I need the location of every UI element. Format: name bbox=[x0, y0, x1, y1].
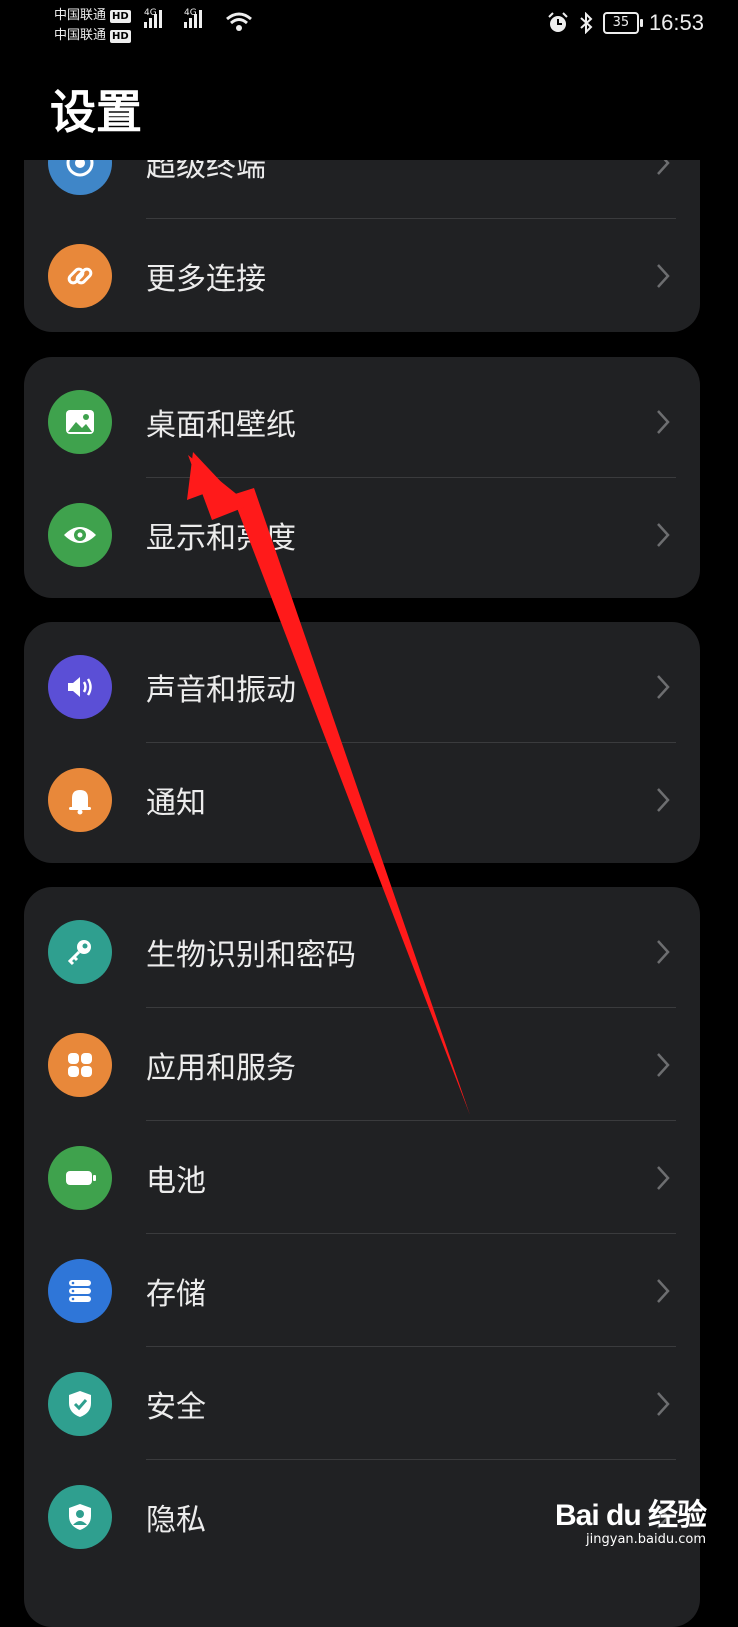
carrier-1: 中国联通 bbox=[54, 8, 107, 23]
eye-icon bbox=[48, 502, 112, 567]
privacy-icon bbox=[48, 1484, 112, 1549]
clock: 16:53 bbox=[648, 10, 704, 35]
settings-item-home-wallpaper[interactable]: 桌面和壁纸 bbox=[24, 365, 700, 478]
settings-item-display-brightness[interactable]: 显示和亮度 bbox=[24, 478, 700, 591]
carrier-2: 中国联通 bbox=[54, 28, 107, 43]
watermark: Bai du 经验 jingyan.baidu.com bbox=[555, 1490, 707, 1547]
battery-indicator: 35 bbox=[602, 12, 643, 34]
settings-item-sound-vibration[interactable]: 声音和振动 bbox=[24, 630, 700, 743]
settings-item-apps-services[interactable]: 应用和服务 bbox=[24, 1008, 700, 1121]
storage-icon bbox=[48, 1258, 112, 1323]
speaker-icon bbox=[48, 654, 112, 719]
settings-group-sound: 声音和振动 通知 bbox=[24, 622, 700, 863]
settings-group-display: 桌面和壁纸 显示和亮度 bbox=[24, 357, 700, 598]
chevron-right-icon bbox=[657, 409, 670, 434]
super-device-icon bbox=[48, 160, 112, 195]
chevron-right-icon bbox=[657, 1052, 670, 1077]
settings-item-notifications[interactable]: 通知 bbox=[24, 743, 700, 856]
chevron-right-icon bbox=[657, 674, 670, 699]
chevron-right-icon bbox=[657, 1278, 670, 1303]
settings-item-label: 更多连接 bbox=[146, 261, 266, 297]
settings-item-label: 电池 bbox=[146, 1163, 206, 1199]
alarm-icon bbox=[548, 12, 568, 32]
image-icon bbox=[48, 389, 112, 454]
settings-item-label: 桌面和壁纸 bbox=[146, 407, 296, 443]
settings-group-connectivity: 超级终端 更多连接 bbox=[24, 160, 700, 332]
settings-item-security[interactable]: 安全 bbox=[24, 1347, 700, 1460]
settings-item-label: 安全 bbox=[146, 1389, 206, 1425]
hd-badge: HD bbox=[110, 29, 131, 43]
carrier-info: 中国联通 HD 中国联通 HD bbox=[54, 6, 131, 46]
bell-icon bbox=[48, 767, 112, 832]
settings-item-battery[interactable]: 电池 bbox=[24, 1121, 700, 1234]
settings-item-more-connections[interactable]: 更多连接 bbox=[24, 219, 700, 332]
chevron-right-icon bbox=[657, 160, 670, 175]
page-title: 设置 bbox=[50, 85, 142, 139]
settings-item-label: 存储 bbox=[146, 1276, 206, 1312]
settings-item-label: 应用和服务 bbox=[146, 1050, 296, 1086]
watermark-brand: Bai du 经验 bbox=[555, 1499, 707, 1532]
apps-icon bbox=[48, 1032, 112, 1097]
link-icon bbox=[48, 243, 112, 308]
chevron-right-icon bbox=[657, 939, 670, 964]
settings-item-label: 生物识别和密码 bbox=[146, 937, 356, 973]
settings-item-label: 显示和亮度 bbox=[146, 520, 296, 556]
status-bar: 中国联通 HD 中国联通 HD 4G 4G 35 16:53 bbox=[0, 0, 738, 60]
settings-item-label: 通知 bbox=[146, 785, 206, 821]
settings-item-storage[interactable]: 存储 bbox=[24, 1234, 700, 1347]
chevron-right-icon bbox=[657, 263, 670, 288]
chevron-right-icon bbox=[657, 787, 670, 812]
key-icon bbox=[48, 919, 112, 984]
wifi-icon bbox=[226, 12, 252, 31]
hd-badge: HD bbox=[110, 9, 131, 23]
settings-item-super-device[interactable]: 超级终端 bbox=[24, 160, 700, 219]
settings-item-label: 超级终端 bbox=[146, 160, 266, 184]
signal-icon: 4G bbox=[184, 8, 202, 28]
signal-icon: 4G bbox=[144, 8, 162, 28]
bluetooth-icon bbox=[580, 12, 593, 34]
chevron-right-icon bbox=[657, 522, 670, 547]
chevron-right-icon bbox=[657, 1391, 670, 1416]
settings-item-label: 声音和振动 bbox=[146, 672, 296, 708]
shield-icon bbox=[48, 1371, 112, 1436]
watermark-url: jingyan.baidu.com bbox=[586, 1532, 707, 1547]
settings-item-label: 隐私 bbox=[146, 1502, 206, 1538]
battery-icon bbox=[48, 1145, 112, 1210]
settings-item-biometrics-password[interactable]: 生物识别和密码 bbox=[24, 895, 700, 1008]
chevron-right-icon bbox=[657, 1165, 670, 1190]
